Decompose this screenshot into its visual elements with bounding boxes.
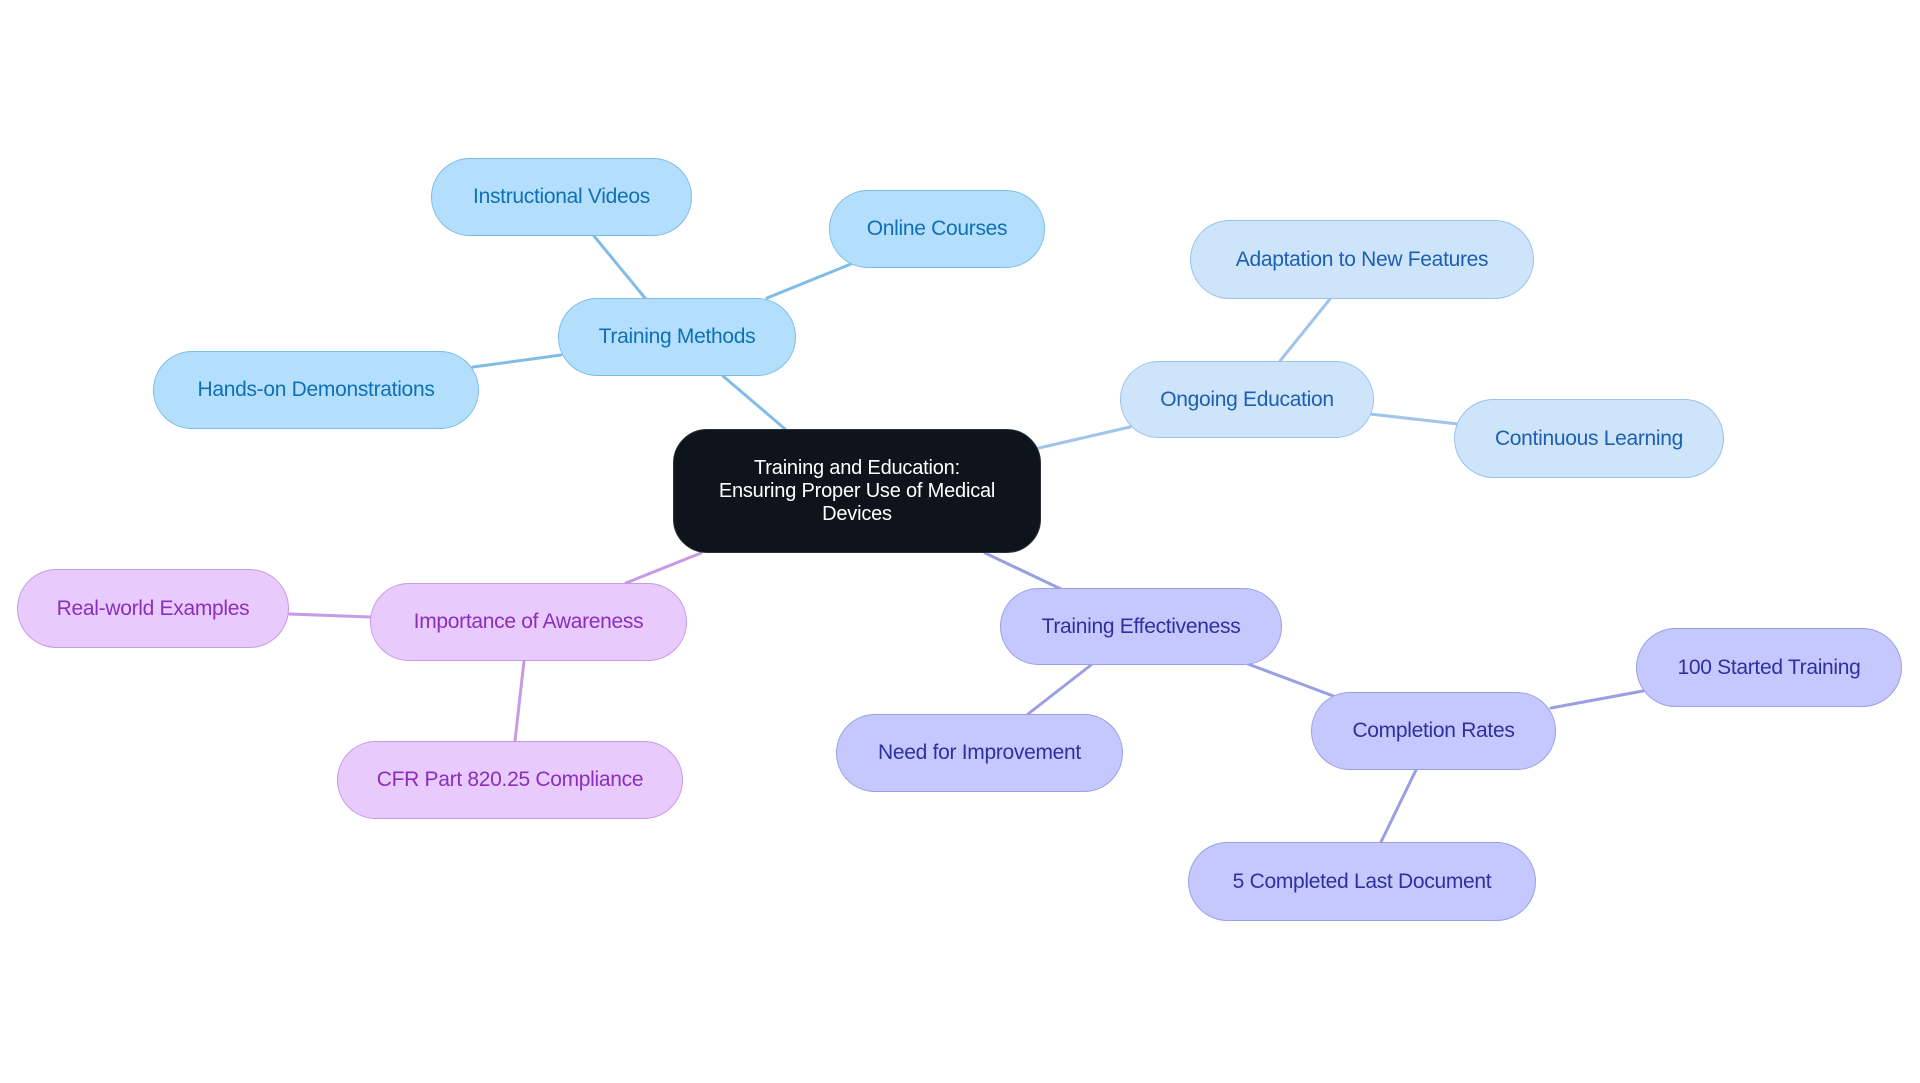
node-started-training[interactable]: 100 Started Training: [1636, 628, 1902, 707]
connector-line: [721, 374, 787, 431]
connector-line: [1379, 768, 1418, 844]
node-instructional-videos[interactable]: Instructional Videos: [431, 158, 692, 236]
connector-line: [624, 551, 703, 585]
root-node-label: Training and Education: Ensuring Proper …: [718, 456, 996, 525]
node-online-courses[interactable]: Online Courses: [829, 190, 1045, 268]
node-label: Importance of Awareness: [413, 610, 644, 634]
node-label: Continuous Learning: [1494, 426, 1684, 450]
node-need-for-improvement[interactable]: Need for Improvement: [836, 714, 1123, 792]
connector-line: [1246, 662, 1338, 699]
connector-line: [287, 612, 372, 619]
connector-line: [471, 353, 563, 369]
root-node[interactable]: Training and Education: Ensuring Proper …: [673, 429, 1041, 553]
node-label: Training Effectiveness: [1041, 614, 1241, 638]
node-hands-on-demonstrations[interactable]: Hands-on Demonstrations: [153, 351, 479, 429]
connector-line: [592, 234, 647, 300]
node-completion-rates[interactable]: Completion Rates: [1311, 692, 1556, 770]
node-label: Instructional Videos: [473, 185, 650, 209]
connector-line: [1549, 689, 1645, 710]
node-label: CFR Part 820.25 Compliance: [376, 768, 644, 792]
connector-line: [513, 659, 526, 743]
node-label: Completion Rates: [1352, 719, 1515, 743]
node-label: Hands-on Demonstrations: [197, 378, 435, 402]
connector-line: [765, 262, 853, 300]
connector-line: [1368, 412, 1460, 426]
node-completed-last-document[interactable]: 5 Completed Last Document: [1188, 842, 1536, 921]
node-label: Online Courses: [866, 217, 1008, 241]
node-label: Need for Improvement: [878, 741, 1081, 765]
node-importance-awareness[interactable]: Importance of Awareness: [370, 583, 687, 661]
connector-line: [1037, 425, 1132, 450]
connector-line: [1278, 297, 1332, 363]
node-training-effectiveness[interactable]: Training Effectiveness: [1000, 588, 1282, 665]
node-cfr-compliance[interactable]: CFR Part 820.25 Compliance: [337, 741, 683, 819]
node-real-world-examples[interactable]: Real-world Examples: [17, 569, 289, 648]
node-continuous-learning[interactable]: Continuous Learning: [1454, 399, 1724, 478]
connector-line: [983, 551, 1065, 592]
node-ongoing-education[interactable]: Ongoing Education: [1120, 361, 1374, 438]
node-training-methods[interactable]: Training Methods: [558, 298, 796, 376]
connector-line: [1026, 663, 1093, 716]
node-label: 5 Completed Last Document: [1232, 869, 1492, 893]
node-label: Adaptation to New Features: [1235, 247, 1489, 271]
node-label: Real-world Examples: [56, 596, 250, 620]
node-label: Training Methods: [598, 325, 756, 349]
node-adaptation-new-features[interactable]: Adaptation to New Features: [1190, 220, 1534, 299]
node-label: Ongoing Education: [1160, 387, 1334, 411]
node-label: 100 Started Training: [1677, 655, 1861, 679]
